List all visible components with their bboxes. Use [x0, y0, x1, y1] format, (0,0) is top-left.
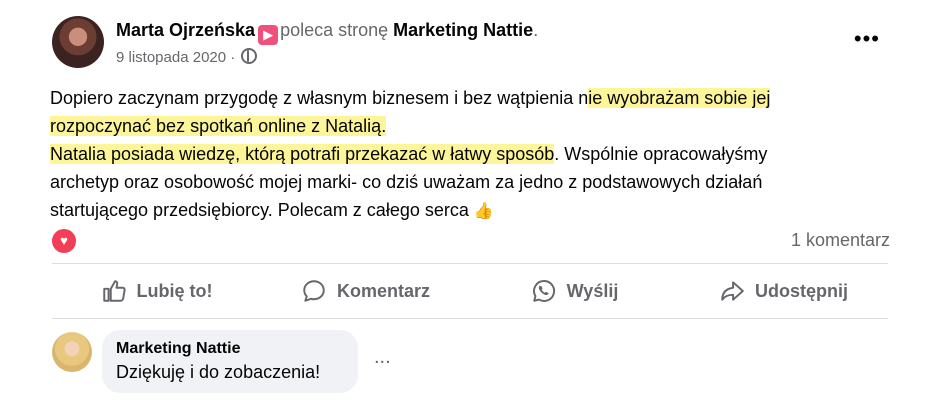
thumbs-up-emoji: 👍 — [473, 203, 494, 220]
send-button[interactable]: Wyślij — [470, 264, 679, 318]
highlight: rozpoczynać bez spotkań online z Natalią… — [50, 116, 387, 136]
share-icon — [721, 281, 744, 301]
comment-options-button[interactable]: ... — [374, 346, 391, 369]
page-name[interactable]: Marketing Nattie — [393, 20, 533, 40]
comment-bubble: Marketing Nattie Dziękuję i do zobaczeni… — [102, 330, 358, 393]
post-text: Dopiero zaczynam przygodę z własnym bizn… — [50, 84, 890, 226]
action-bar: Lubię to! Komentarz Wyślij Udostępnij — [52, 264, 888, 318]
comment-text: Dziękuję i do zobaczenia! — [116, 362, 321, 382]
recommend-icon: ▶ — [258, 25, 279, 45]
comment-button[interactable]: Komentarz — [261, 264, 470, 318]
post-meta: 9 listopada 2020 · — [116, 48, 258, 66]
post-date[interactable]: 9 listopada 2020 · — [116, 49, 235, 66]
heart-reaction-icon[interactable]: ♥ — [52, 229, 76, 253]
comments-count-link[interactable]: 1 komentarz — [791, 230, 890, 251]
share-button[interactable]: Udostępnij — [679, 264, 888, 318]
commenter-avatar[interactable] — [52, 332, 92, 372]
whatsapp-icon — [532, 280, 555, 302]
like-button[interactable]: Lubię to! — [52, 264, 261, 318]
like-icon — [102, 280, 126, 302]
post-header: Marta Ojrzeńska ▶ poleca stronę Marketing … — [116, 20, 538, 45]
more-options-button[interactable]: ••• — [854, 26, 880, 52]
highlight: Natalia posiada wiedzę, którą potrafi pr… — [50, 144, 555, 164]
globe-icon — [241, 48, 258, 64]
recommend-verb: poleca stronę — [280, 20, 389, 40]
post-card: Marta Ojrzeńska ▶ poleca stronę Marketing … — [36, 0, 904, 400]
comment-icon — [303, 280, 325, 302]
divider — [52, 318, 888, 319]
comment-author[interactable]: Marketing Nattie — [116, 340, 342, 358]
author-avatar[interactable] — [52, 16, 104, 68]
highlight: ie wyobrażam sobie jej — [588, 88, 771, 108]
author-name[interactable]: Marta Ojrzeńska — [116, 20, 255, 40]
